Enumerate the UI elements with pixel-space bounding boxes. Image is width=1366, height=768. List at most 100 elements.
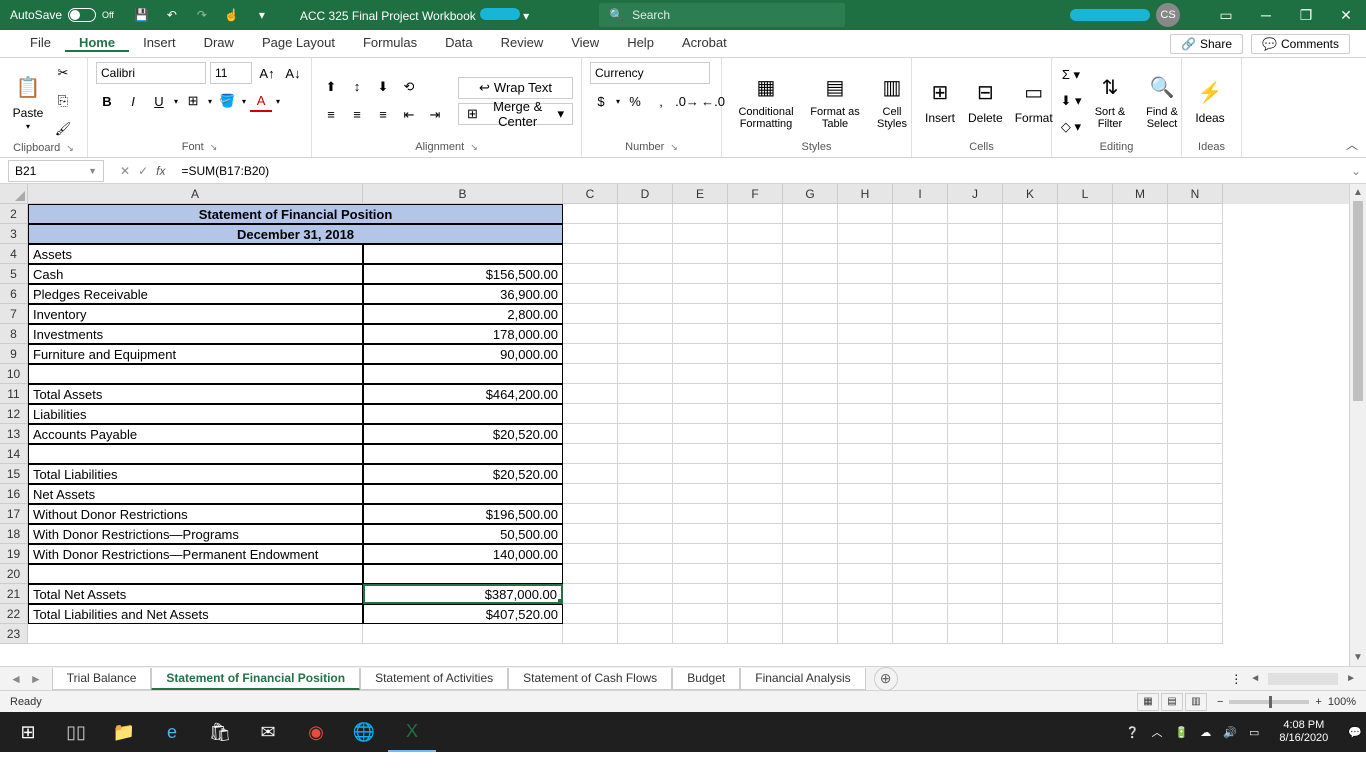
cell-A20[interactable] (28, 564, 363, 584)
ribbon-tab-home[interactable]: Home (65, 35, 129, 52)
sheet-tab-statement-of-activities[interactable]: Statement of Activities (360, 668, 508, 690)
dialog-launcher-icon[interactable]: ↘ (670, 142, 678, 153)
cell-B15[interactable]: $20,520.00 (363, 464, 563, 484)
collapse-ribbon-icon[interactable]: ︿ (1346, 136, 1358, 153)
cell-K21[interactable] (1003, 584, 1058, 604)
cell-H19[interactable] (838, 544, 893, 564)
cell-C19[interactable] (563, 544, 618, 564)
cell-G5[interactable] (783, 264, 838, 284)
row-header-3[interactable]: 3 (0, 224, 28, 244)
cell-H7[interactable] (838, 304, 893, 324)
row-header-5[interactable]: 5 (0, 264, 28, 284)
cell-B21[interactable]: $387,000.00 (363, 584, 563, 604)
cell-C14[interactable] (563, 444, 618, 464)
col-header-A[interactable]: A (28, 184, 363, 204)
cell-E8[interactable] (673, 324, 728, 344)
cell-C11[interactable] (563, 384, 618, 404)
borders-icon[interactable]: ⊞ (182, 90, 204, 112)
comments-button[interactable]: 💬 Comments (1251, 34, 1350, 54)
hscroll-track[interactable] (1268, 673, 1338, 685)
cell-J12[interactable] (948, 404, 1003, 424)
cell-L7[interactable] (1058, 304, 1113, 324)
cell-I13[interactable] (893, 424, 948, 444)
undo-icon[interactable]: ↶ (164, 7, 180, 23)
comma-format-icon[interactable]: , (650, 90, 672, 112)
cell-D21[interactable] (618, 584, 673, 604)
task-view-icon[interactable]: ▯▯ (52, 712, 100, 752)
cell-A22[interactable]: Total Liabilities and Net Assets (28, 604, 363, 624)
cell-M18[interactable] (1113, 524, 1168, 544)
cell-M8[interactable] (1113, 324, 1168, 344)
cell-L22[interactable] (1058, 604, 1113, 624)
align-bottom-icon[interactable]: ⬇ (372, 76, 394, 98)
cell-H16[interactable] (838, 484, 893, 504)
cell-J17[interactable] (948, 504, 1003, 524)
fill-icon[interactable]: ⬇ ▾ (1060, 90, 1082, 112)
delete-cells-button[interactable]: ⊟Delete (964, 75, 1007, 127)
row-header-17[interactable]: 17 (0, 504, 28, 524)
cell-E7[interactable] (673, 304, 728, 324)
cell-M7[interactable] (1113, 304, 1168, 324)
cell-J22[interactable] (948, 604, 1003, 624)
sheet-tab-statement-of-financial-position[interactable]: Statement of Financial Position (151, 668, 360, 690)
cell-G8[interactable] (783, 324, 838, 344)
cell-M16[interactable] (1113, 484, 1168, 504)
ribbon-display-icon[interactable]: ▭ (1206, 0, 1246, 30)
cell-K4[interactable] (1003, 244, 1058, 264)
cell-J2[interactable] (948, 204, 1003, 224)
cell-G19[interactable] (783, 544, 838, 564)
row-header-7[interactable]: 7 (0, 304, 28, 324)
cell-C23[interactable] (563, 624, 618, 644)
cell-F13[interactable] (728, 424, 783, 444)
cell-A7[interactable]: Inventory (28, 304, 363, 324)
save-icon[interactable]: 💾 (134, 7, 150, 23)
maximize-icon[interactable]: ❐ (1286, 0, 1326, 30)
cell-C10[interactable] (563, 364, 618, 384)
zoom-slider[interactable] (1229, 700, 1309, 704)
cell-N20[interactable] (1168, 564, 1223, 584)
cell-C18[interactable] (563, 524, 618, 544)
cell-A16[interactable]: Net Assets (28, 484, 363, 504)
cell-A17[interactable]: Without Donor Restrictions (28, 504, 363, 524)
cell-H3[interactable] (838, 224, 893, 244)
cell-L11[interactable] (1058, 384, 1113, 404)
cell-L3[interactable] (1058, 224, 1113, 244)
start-icon[interactable]: ⊞ (4, 712, 52, 752)
cell-I11[interactable] (893, 384, 948, 404)
zoom-out-icon[interactable]: − (1217, 696, 1223, 708)
cell-A15[interactable]: Total Liabilities (28, 464, 363, 484)
cell-F17[interactable] (728, 504, 783, 524)
bold-button[interactable]: B (96, 90, 118, 112)
paste-button[interactable]: 📋 Paste ▾ (8, 70, 48, 133)
cell-I4[interactable] (893, 244, 948, 264)
cell-J20[interactable] (948, 564, 1003, 584)
date-cell[interactable]: December 31, 2018 (28, 224, 563, 244)
cell-G7[interactable] (783, 304, 838, 324)
volume-tray-icon[interactable]: 🔊 (1223, 726, 1237, 739)
cell-D15[interactable] (618, 464, 673, 484)
cell-M14[interactable] (1113, 444, 1168, 464)
cell-H13[interactable] (838, 424, 893, 444)
cell-G22[interactable] (783, 604, 838, 624)
cell-J3[interactable] (948, 224, 1003, 244)
cell-H11[interactable] (838, 384, 893, 404)
cell-E5[interactable] (673, 264, 728, 284)
row-header-15[interactable]: 15 (0, 464, 28, 484)
cell-I15[interactable] (893, 464, 948, 484)
row-header-11[interactable]: 11 (0, 384, 28, 404)
zoom-in-icon[interactable]: + (1315, 696, 1321, 708)
battery-tray-icon[interactable]: 🔋 (1175, 726, 1189, 739)
increase-indent-icon[interactable]: ⇥ (424, 104, 446, 126)
cell-H22[interactable] (838, 604, 893, 624)
expand-formula-bar-icon[interactable]: ⌄ (1346, 164, 1366, 178)
cell-K7[interactable] (1003, 304, 1058, 324)
col-header-E[interactable]: E (673, 184, 728, 204)
cell-E2[interactable] (673, 204, 728, 224)
row-header-9[interactable]: 9 (0, 344, 28, 364)
input-tray-icon[interactable]: ▭ (1249, 726, 1259, 739)
ribbon-tab-draw[interactable]: Draw (190, 35, 248, 50)
cell-K5[interactable] (1003, 264, 1058, 284)
ribbon-tab-help[interactable]: Help (613, 35, 668, 50)
cell-F23[interactable] (728, 624, 783, 644)
cell-L2[interactable] (1058, 204, 1113, 224)
